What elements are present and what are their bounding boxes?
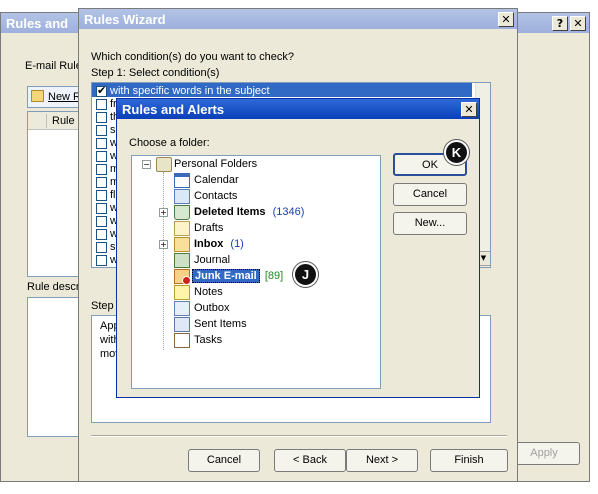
dialog-close-button[interactable]: ✕ (461, 102, 477, 117)
choose-folder-dialog: Rules and Alerts ✕ Choose a folder: − Pe… (116, 98, 480, 398)
condition-question: Which condition(s) do you want to check? (91, 51, 294, 63)
wizard-title-bar: Rules Wizard (79, 9, 517, 29)
drafts-icon (174, 221, 190, 236)
email-rules-tab-label[interactable]: E-mail Rule (25, 60, 82, 72)
tree-item-tasks[interactable]: Tasks (194, 332, 222, 348)
sent-items-icon (174, 317, 190, 332)
tree-item-drafts[interactable]: Drafts (194, 220, 223, 236)
rule-column-header[interactable]: Rule ( (52, 115, 81, 127)
tree-item-outbox[interactable]: Outbox (194, 300, 229, 316)
tree-item-personal-folders[interactable]: Personal Folders (174, 156, 257, 172)
condition-label[interactable]: fl (110, 189, 116, 201)
tree-item-deleted-items[interactable]: Deleted Items (1346) (194, 204, 304, 220)
step2-label: Step (91, 300, 114, 312)
inbox-count: (1) (230, 238, 244, 250)
inbox-icon (174, 237, 190, 252)
tree-item-calendar[interactable]: Calendar (194, 172, 239, 188)
wizard-title: Rules Wizard (84, 12, 166, 27)
tree-item-notes[interactable]: Notes (194, 284, 223, 300)
wizard-back-button[interactable]: < Back (274, 449, 346, 472)
deleted-items-icon (174, 205, 190, 220)
new-folder-button[interactable]: New... (393, 212, 467, 235)
junk-block-icon (182, 276, 191, 285)
checkmark-icon: ✔ (97, 84, 107, 97)
wizard-finish-button[interactable]: Finish (430, 449, 508, 472)
callout-j: J (293, 262, 318, 287)
junk-email-count: [89] (264, 270, 284, 282)
wizard-cancel-button[interactable]: Cancel (188, 449, 260, 472)
tree-item-contacts[interactable]: Contacts (194, 188, 237, 204)
condition-checkbox[interactable] (96, 151, 107, 162)
journal-icon (174, 253, 190, 268)
wizard-next-button[interactable]: Next > (346, 449, 418, 472)
dialog-title: Rules and Alerts (122, 102, 225, 117)
apply-button[interactable]: Apply (508, 442, 580, 465)
condition-checkbox[interactable] (96, 177, 107, 188)
tree-item-inbox[interactable]: Inbox (1) (194, 236, 244, 252)
personal-folders-icon (156, 157, 172, 172)
condition-checkbox[interactable] (96, 164, 107, 175)
condition-checkbox[interactable] (96, 138, 107, 149)
tree-item-sent-items[interactable]: Sent Items (194, 316, 247, 332)
condition-checkbox[interactable] (96, 242, 107, 253)
rule-description-label: Rule descr (27, 281, 80, 293)
condition-checkbox[interactable] (96, 99, 107, 110)
header-divider (46, 114, 47, 128)
collapse-root-icon[interactable]: − (142, 160, 151, 169)
inbox-label: Inbox (194, 238, 224, 250)
choose-folder-label: Choose a folder: (129, 137, 210, 149)
notes-icon (174, 285, 190, 300)
expand-deleted-icon[interactable]: + (159, 208, 168, 217)
tasks-icon (174, 333, 190, 348)
wizard-close-button[interactable]: ✕ (498, 12, 514, 27)
dialog-cancel-button[interactable]: Cancel (393, 183, 467, 206)
condition-label[interactable]: with specific words in the subject (110, 85, 270, 97)
condition-checkbox[interactable] (96, 229, 107, 240)
tree-item-journal[interactable]: Journal (194, 252, 230, 268)
condition-checkbox[interactable]: ✔ (96, 84, 107, 97)
wizard-separator (91, 435, 507, 437)
new-rule-button[interactable]: New R (27, 86, 82, 108)
condition-checkbox[interactable] (96, 125, 107, 136)
new-rule-icon (31, 90, 44, 102)
step1-label: Step 1: Select condition(s) (91, 67, 220, 79)
junk-email-label: Junk E-mail (192, 269, 260, 283)
calendar-icon (174, 173, 190, 188)
deleted-items-label: Deleted Items (194, 206, 266, 218)
condition-checkbox[interactable] (96, 216, 107, 227)
condition-checkbox[interactable] (96, 203, 107, 214)
callout-k: K (444, 140, 469, 165)
tree-item-junk-email[interactable]: Junk E-mail [89] (192, 268, 283, 284)
folder-tree: − Personal Folders Calendar Contacts + D… (131, 155, 381, 389)
dialog-title-bar: Rules and Alerts (117, 99, 479, 119)
expand-inbox-icon[interactable]: + (159, 240, 168, 249)
condition-checkbox[interactable] (96, 255, 107, 266)
new-rule-label: New R (48, 91, 82, 103)
help-button[interactable]: ? (552, 16, 568, 31)
close-button[interactable]: ✕ (570, 16, 586, 31)
main-title: Rules and (6, 16, 69, 31)
condition-checkbox[interactable] (96, 190, 107, 201)
contacts-icon (174, 189, 190, 204)
tree-line-vertical (163, 172, 164, 350)
outbox-icon (174, 301, 190, 316)
condition-checkbox[interactable] (96, 112, 107, 123)
deleted-items-count: (1346) (272, 206, 305, 218)
